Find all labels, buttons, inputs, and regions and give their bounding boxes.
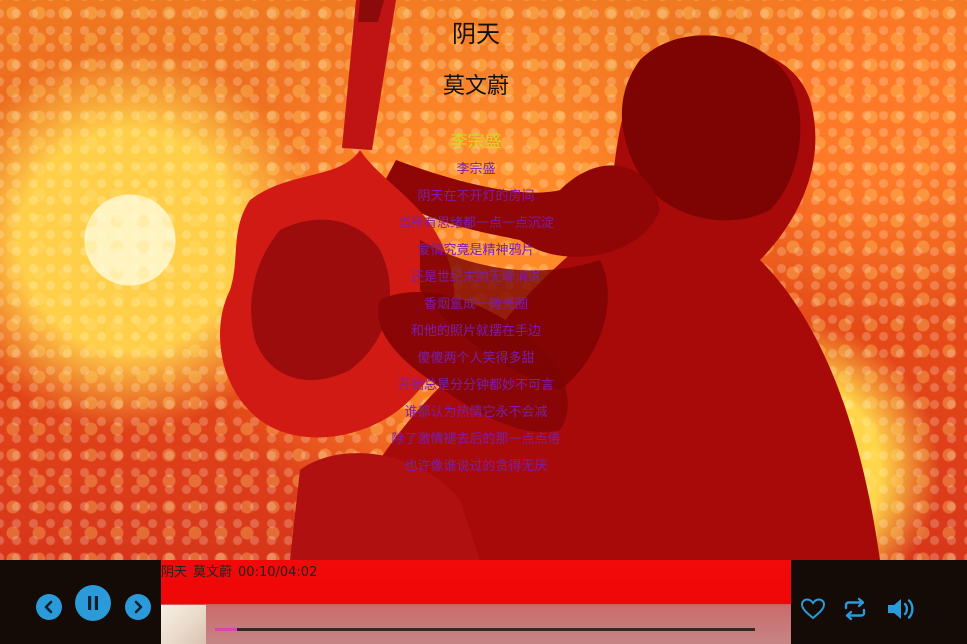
lyric-line: 李宗盛 bbox=[456, 162, 496, 177]
lyric-line: 当所有思绪都一点一点沉淀 bbox=[397, 216, 554, 231]
repeat-icon bbox=[844, 597, 866, 621]
album-cover-thumbnail[interactable] bbox=[161, 605, 206, 644]
now-playing-title: 阴天 bbox=[161, 565, 188, 580]
repeat-button[interactable] bbox=[840, 596, 870, 622]
now-playing-artist: 莫文蔚 bbox=[193, 565, 233, 580]
pause-icon bbox=[88, 596, 98, 610]
chevron-right-icon bbox=[134, 600, 143, 614]
heart-icon bbox=[800, 598, 826, 620]
lyric-current-line: 李宗盛 bbox=[450, 132, 502, 152]
now-playing-time: 00:10/04:02 bbox=[238, 565, 318, 580]
volume-button[interactable] bbox=[884, 594, 918, 624]
play-pause-button[interactable] bbox=[75, 585, 111, 621]
lyrics-list: 李宗盛 李宗盛 阴天在不开灯的房间 当所有思绪都一点一点沉淀 爱情究竟是精神鸦片… bbox=[0, 128, 952, 480]
lyric-line: 也许像谁说过的贪得无厌 bbox=[404, 459, 548, 474]
song-artist: 莫文蔚 bbox=[442, 74, 509, 99]
lyric-line: 和他的照片就摆在手边 bbox=[410, 324, 541, 339]
chevron-left-icon bbox=[44, 600, 53, 614]
lyric-line: 阴天在不开灯的房间 bbox=[417, 189, 535, 204]
lyric-line: 谁都认为热情它永不会减 bbox=[404, 405, 548, 420]
previous-button[interactable] bbox=[36, 594, 62, 620]
progress-fill bbox=[215, 628, 237, 631]
like-button[interactable] bbox=[799, 596, 827, 622]
song-title: 阴天 bbox=[452, 20, 500, 48]
lyric-line: 除了激情褪去后的那一点点倦 bbox=[391, 432, 561, 447]
now-playing-text: 阴天 莫文蔚 00:10/04:02 bbox=[161, 561, 318, 580]
volume-icon bbox=[888, 599, 914, 619]
lyric-line: 傻傻两个人笑得多甜 bbox=[417, 351, 535, 366]
lyric-line: 香烟氲成一摊光圈 bbox=[423, 297, 528, 312]
progress-bar[interactable] bbox=[215, 628, 755, 631]
lyric-line: 还是世纪末的无聊消遣 bbox=[410, 270, 541, 285]
lyric-line: 开始总是分分钟都妙不可言 bbox=[397, 378, 554, 393]
lyric-line: 爱情究竟是精神鸦片 bbox=[417, 243, 535, 258]
next-button[interactable] bbox=[125, 594, 151, 620]
